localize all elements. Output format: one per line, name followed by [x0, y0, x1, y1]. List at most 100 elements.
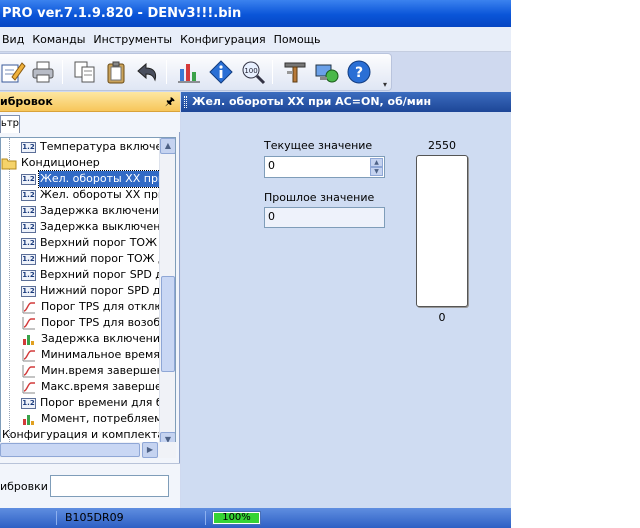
curve-icon [22, 381, 35, 394]
spin-up-icon[interactable]: ▲ [370, 158, 383, 167]
gauge-min-label: 0 [438, 311, 446, 324]
calibration-name-input[interactable] [50, 475, 169, 497]
number-param-icon: 1.2 [21, 174, 36, 185]
horizontal-scrollbar-thumb[interactable] [0, 443, 140, 457]
gauge-max-label: 2550 [428, 139, 456, 152]
tree-item[interactable]: Макс.время завершен [21, 379, 170, 395]
horizontal-scrollbar[interactable]: ▶ [0, 442, 176, 458]
curve-icon [22, 317, 35, 330]
toolbar: 100 ? ▾ [0, 53, 392, 91]
tree-item-label: Температура включения п [40, 140, 175, 153]
tree-item[interactable]: 1.2 Температура включения п [21, 139, 175, 155]
chart-icon[interactable] [176, 59, 202, 85]
menu-configuration[interactable]: Конфигурация [176, 33, 270, 46]
number-param-icon: 1.2 [21, 398, 36, 409]
calibration-name-area: ибровки [0, 463, 180, 508]
parameter-header: Жел. обороты ХХ при AC=ON, об/мин [181, 92, 511, 112]
grip-icon[interactable] [184, 96, 187, 108]
window-title: PRO ver.7.1.9.820 - DENv3!!!.bin [2, 6, 242, 21]
printer-icon[interactable] [30, 59, 56, 85]
number-param-icon: 1.2 [21, 254, 36, 265]
toolbar-separator [166, 60, 167, 84]
parameter-title: Жел. обороты ХХ при AC=ON, об/мин [192, 95, 432, 108]
tree-item[interactable]: Конфигурация и комплектаци [1, 427, 176, 443]
tree-item[interactable]: Задержка включения г [21, 331, 176, 347]
tree-item[interactable]: Порог TPS для возобн [21, 315, 168, 331]
tab-filter[interactable]: льтр [0, 115, 20, 133]
tree-item[interactable]: Момент, потребляемы [21, 411, 172, 427]
folder-icon [1, 158, 17, 170]
tree-item[interactable]: Порог TPS для отключ [21, 299, 171, 315]
current-value-input[interactable]: 0 ▲ ▼ [264, 156, 385, 178]
tree-item[interactable]: 1.2 Верхний порог SPD дл [21, 267, 171, 283]
tree-item-label: Нижний порог ТОЖ дл [40, 252, 173, 265]
tree-item[interactable]: Минимальное время в [21, 347, 171, 363]
copy-icon[interactable] [72, 59, 98, 85]
info-icon[interactable] [208, 59, 234, 85]
tree-item-label: Минимальное время в [41, 348, 170, 361]
tree-item[interactable]: 1.2 Задержка выключения [21, 219, 175, 235]
settings-icon[interactable] [282, 59, 308, 85]
tree-item-label: Момент, потребляемы [41, 412, 172, 425]
tree-item[interactable]: 1.2 Верхний порог ТОЖ дл [21, 235, 176, 251]
toolbar-overflow-chevron-icon[interactable]: ▾ [383, 80, 387, 89]
clipboard-icon[interactable] [104, 59, 130, 85]
vertical-scrollbar[interactable]: ▲ ▼ [159, 138, 175, 448]
tree-item-label: Верхний порог ТОЖ дл [40, 236, 176, 249]
number-param-icon: 1.2 [21, 206, 36, 217]
status-separator [56, 511, 57, 525]
value-gauge [416, 155, 468, 307]
tree-item[interactable]: 1.2 Нижний порог SPD для [21, 283, 175, 299]
calibration-tree-panel: ибровок 🖈 льтр 1.2 Температура включения … [0, 92, 180, 508]
network-icon[interactable] [314, 59, 340, 85]
tree-item-label: Конфигурация и комплектаци [2, 428, 176, 441]
current-value-label: Текущее значение [264, 139, 373, 152]
search-zoom-icon[interactable]: 100 [240, 59, 266, 85]
calibration-tree[interactable]: 1.2Температура включения пКондиционер1.2… [0, 137, 176, 449]
svg-text:100: 100 [244, 67, 257, 75]
tree-item-label: Задержка выключения [40, 220, 175, 233]
tree-item[interactable]: 1.2 Порог времени для бе [21, 395, 170, 411]
previous-value-text: 0 [268, 210, 275, 223]
status-bar: B105DR09 100% [0, 508, 511, 528]
scroll-up-icon[interactable]: ▲ [160, 138, 175, 154]
edit-icon[interactable] [0, 59, 26, 85]
tree-item-label: Мин.время завершени [41, 364, 171, 377]
panel-header: ибровок 🖈 [0, 92, 180, 112]
pin-icon[interactable]: 🖈 [165, 92, 175, 112]
tree-item-label: Задержка включения г [41, 332, 176, 345]
tree-item-label: Задержка включения к [40, 204, 176, 217]
scroll-right-icon[interactable]: ▶ [142, 442, 158, 458]
curve-icon [22, 301, 35, 314]
toolbar-separator [272, 60, 273, 84]
help-icon[interactable]: ? [346, 59, 372, 85]
window-title-bar[interactable]: PRO ver.7.1.9.820 - DENv3!!!.bin [0, 0, 511, 27]
application-window: PRO ver.7.1.9.820 - DENv3!!!.bin Вид Ком… [0, 0, 511, 528]
tree-item-label: Порог TPS для возобн [41, 316, 168, 329]
previous-value-field: 0 [264, 207, 385, 228]
menu-commands[interactable]: Команды [28, 33, 89, 46]
current-value-text: 0 [268, 159, 275, 172]
tree-guide-line [9, 138, 10, 448]
toolbar-separator [62, 60, 63, 84]
curve-icon [22, 365, 35, 378]
tree-item-label: Кондиционер [21, 156, 100, 169]
tree-item[interactable]: Мин.время завершени [21, 363, 172, 379]
progress-text: 100% [222, 512, 251, 523]
undo-icon[interactable] [134, 59, 160, 85]
menu-tools[interactable]: Инструменты [89, 33, 176, 46]
curve-icon [22, 349, 35, 362]
tree-item[interactable]: Кондиционер [1, 155, 101, 171]
menu-view[interactable]: Вид [0, 33, 28, 46]
spin-down-icon[interactable]: ▼ [370, 167, 383, 176]
menu-bar: Вид Команды Инструменты Конфигурация Пом… [0, 27, 511, 52]
tree-item[interactable]: 1.2 Жел. обороты ХХ при А [21, 187, 175, 203]
number-param-icon: 1.2 [21, 222, 36, 233]
tree-item-label: Макс.время завершен [41, 380, 169, 393]
scrollbar-thumb[interactable] [161, 276, 175, 372]
tree-item[interactable]: 1.2 Задержка включения к [21, 203, 176, 219]
menu-help[interactable]: Помощь [270, 33, 325, 46]
number-param-icon: 1.2 [21, 190, 36, 201]
tree-item[interactable]: 1.2 Нижний порог ТОЖ дл [21, 251, 174, 267]
tree-item-selected[interactable]: 1.2 Жел. обороты ХХ при ... [21, 170, 175, 188]
